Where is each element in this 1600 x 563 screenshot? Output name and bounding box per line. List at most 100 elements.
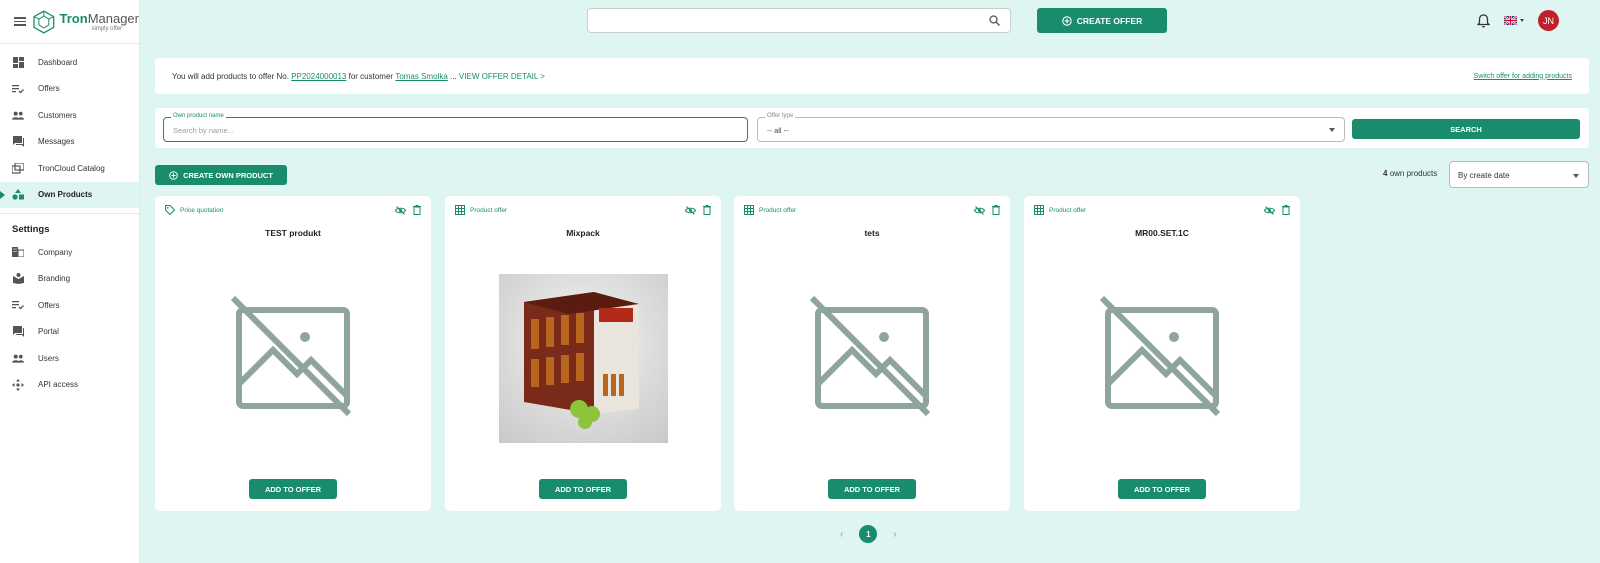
delete-icon[interactable] (1282, 205, 1290, 215)
tag-icon (165, 205, 175, 215)
delete-icon[interactable] (992, 205, 1000, 215)
visibility-off-icon[interactable] (974, 205, 985, 215)
sidebar-item-customers[interactable]: Customers (0, 102, 139, 129)
visibility-off-icon[interactable] (685, 205, 696, 215)
user-avatar[interactable]: JN (1538, 10, 1559, 31)
offer-number-link[interactable]: PP2024000013 (291, 72, 346, 81)
sidebar-item-label: Customers (38, 110, 77, 120)
delete-icon[interactable] (413, 205, 421, 215)
create-own-product-button[interactable]: CREATE OWN PRODUCT (155, 165, 287, 185)
view-offer-detail-link[interactable]: VIEW OFFER DETAIL > (459, 72, 545, 81)
bell-icon[interactable] (1477, 14, 1490, 28)
prev-page-icon[interactable]: ‹ (840, 529, 843, 540)
people-icon (12, 352, 24, 364)
add-to-offer-button[interactable]: ADD TO OFFER (249, 479, 337, 499)
chat-icon (12, 136, 24, 148)
grid-icon (455, 205, 465, 215)
create-offer-button[interactable]: CREATE OFFER (1037, 8, 1167, 33)
logo-row: TronManager simply offer (0, 0, 139, 44)
product-card: Product offer Mixpack ADD TO OFFER (445, 196, 721, 511)
pagination: ‹ 1 › (840, 525, 897, 543)
dashboard-icon (12, 56, 24, 68)
offer-type-select[interactable]: Offer type -- all -- (757, 113, 1345, 142)
sidebar-divider (0, 213, 139, 214)
chevron-down-icon (1573, 174, 1579, 178)
info-ellipsis: ... (450, 71, 457, 81)
product-name: tets (864, 228, 880, 238)
sidebar-item-users[interactable]: Users (0, 345, 139, 372)
global-search-input[interactable] (587, 8, 1011, 33)
offer-type-label: Offer type (765, 113, 796, 119)
logo-tagline: simply offer (91, 25, 123, 32)
switch-offer-link[interactable]: Switch offer for adding products (1474, 73, 1572, 80)
add-to-offer-button[interactable]: ADD TO OFFER (539, 479, 627, 499)
sidebar-item-own-products[interactable]: Own Products (0, 181, 139, 208)
offer-type-value: -- all -- (767, 126, 789, 135)
add-to-offer-button[interactable]: ADD TO OFFER (828, 479, 916, 499)
product-name: Mixpack (566, 228, 600, 238)
settings-title: Settings (12, 224, 50, 235)
product-card: Price quotation TEST produkt ADD TO OFFE… (155, 196, 431, 511)
add-circle-icon (1062, 15, 1072, 26)
filter-bar: Own product name Search by name... Offer… (155, 108, 1589, 148)
sidebar-item-label: Offers (38, 300, 60, 310)
api-icon (12, 378, 24, 391)
menu-icon[interactable] (14, 17, 26, 26)
top-bar: CREATE OFFER JN (140, 0, 1600, 44)
card-header: Product offer (455, 204, 711, 216)
offers-list-icon (12, 299, 24, 311)
sidebar-item-api-access[interactable]: API access (0, 372, 139, 399)
sidebar-item-settings-offers[interactable]: Offers (0, 292, 139, 319)
create-own-product-label: CREATE OWN PRODUCT (183, 170, 273, 180)
sidebar-item-offers[interactable]: Offers (0, 76, 139, 103)
sidebar-item-company[interactable]: Company (0, 239, 139, 266)
no-image-icon (809, 295, 931, 417)
uk-flag-icon (1504, 16, 1517, 25)
card-header: Price quotation (165, 204, 421, 216)
grid-icon (1034, 205, 1044, 215)
sidebar-item-branding[interactable]: Branding (0, 266, 139, 293)
add-to-offer-button[interactable]: ADD TO OFFER (1118, 479, 1206, 499)
logo-name-bold: Tron (59, 10, 88, 26)
shapes-icon (12, 189, 24, 201)
product-card: Product offer tets ADD TO OFFER (734, 196, 1010, 511)
delete-icon[interactable] (703, 205, 711, 215)
sidebar-item-label: Branding (38, 274, 71, 284)
sidebar-item-label: Offers (38, 84, 60, 94)
sidebar-item-label: Company (38, 247, 73, 257)
sidebar-item-label: Users (38, 353, 59, 363)
sidebar-item-label: API access (38, 380, 79, 390)
beer-box-image (524, 292, 639, 429)
sidebar-item-troncloud-catalog[interactable]: TronCloud Catalog (0, 155, 139, 182)
sidebar-item-dashboard[interactable]: Dashboard (0, 49, 139, 76)
settings-nav: Company Branding Offers Portal Users API… (0, 239, 139, 398)
portal-icon (12, 326, 24, 338)
product-name: MR00.SET.1C (1135, 228, 1189, 238)
offers-list-icon (12, 83, 24, 95)
logo-name-rest: Manager (87, 10, 139, 26)
visibility-off-icon[interactable] (1264, 205, 1275, 215)
sort-select[interactable]: By create date (1449, 161, 1589, 188)
search-button[interactable]: SEARCH (1352, 119, 1580, 139)
product-card: Product offer MR00.SET.1C ADD TO OFFER (1024, 196, 1300, 511)
company-icon (12, 246, 24, 258)
add-circle-icon (169, 170, 178, 180)
chevron-down-icon (1520, 19, 1524, 22)
language-selector[interactable] (1504, 16, 1524, 25)
sidebar: TronManager simply offer Dashboard Offer… (0, 0, 140, 563)
visibility-off-icon[interactable] (395, 205, 406, 215)
customer-link[interactable]: Tomas Smolka (395, 72, 447, 81)
product-type: Product offer (1049, 206, 1087, 214)
sidebar-item-portal[interactable]: Portal (0, 319, 139, 346)
product-name-input[interactable]: Own product name Search by name... (163, 113, 748, 142)
search-icon[interactable] (989, 15, 1000, 26)
sidebar-item-messages[interactable]: Messages (0, 129, 139, 156)
branding-icon (12, 273, 24, 285)
page-button-current[interactable]: 1 (859, 525, 878, 543)
sidebar-item-label: Messages (38, 137, 75, 147)
next-page-icon[interactable]: › (893, 529, 896, 540)
product-name: TEST produkt (265, 228, 321, 238)
sidebar-item-label: Dashboard (38, 57, 78, 67)
logo-icon (33, 9, 55, 34)
info-middle: for customer (348, 71, 394, 81)
